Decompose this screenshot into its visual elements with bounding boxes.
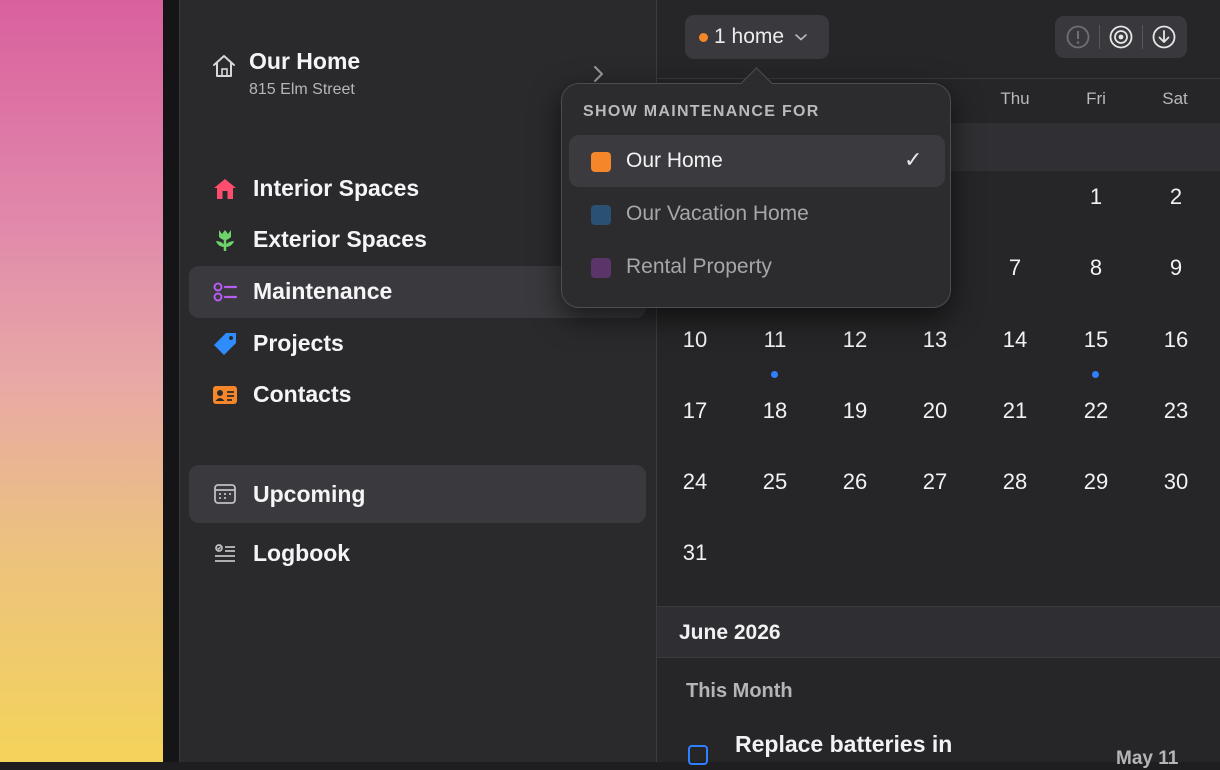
calendar-day[interactable]: 15 <box>1068 327 1124 353</box>
maintenance-filter-popover: SHOW MAINTENANCE FOR Our Home ✓ Our Vaca… <box>561 67 951 308</box>
popover-item-our-vacation-home[interactable]: Our Vacation Home <box>569 188 945 240</box>
calendar-day[interactable]: 18 <box>747 398 803 424</box>
task-checkbox[interactable] <box>688 745 708 765</box>
sidebar-item-label: Contacts <box>253 381 352 407</box>
home-filter-button[interactable]: 1 home <box>685 15 829 59</box>
tag-icon <box>211 330 239 358</box>
window-edge <box>163 0 180 762</box>
sidebar-item-label: Exterior Spaces <box>253 226 427 252</box>
sidebar-item-label: Upcoming <box>253 481 366 507</box>
toolbar-divider <box>1142 25 1143 49</box>
checkmark-icon: ✓ <box>904 147 923 172</box>
sidebar-item-label: Projects <box>253 330 344 356</box>
home-title: Our Home <box>249 48 361 74</box>
calendar-day[interactable]: 10 <box>667 327 723 353</box>
color-swatch <box>591 152 611 172</box>
sidebar-item-label: Maintenance <box>253 278 393 304</box>
calendar-day[interactable]: 21 <box>987 398 1043 424</box>
section-header: June 2026 <box>657 606 1220 658</box>
sidebar-item-projects[interactable]: Projects <box>189 318 646 370</box>
chevron-right-icon[interactable] <box>592 64 606 84</box>
popover-title: SHOW MAINTENANCE FOR <box>583 103 820 120</box>
house-fill-icon <box>211 175 239 203</box>
calendar-day[interactable]: 9 <box>1148 255 1204 281</box>
popover-item-our-home[interactable]: Our Home ✓ <box>569 135 945 187</box>
group-label: This Month <box>686 680 793 702</box>
color-swatch <box>591 205 611 225</box>
sidebar-item-label: Interior Spaces <box>253 175 420 201</box>
house-icon <box>213 55 235 77</box>
calendar-day[interactable]: 28 <box>987 469 1043 495</box>
popover-item-label: Our Vacation Home <box>626 202 809 225</box>
sidebar-item-label: Logbook <box>253 540 351 566</box>
download-icon[interactable] <box>1151 24 1177 50</box>
contact-card-icon <box>211 381 239 409</box>
calendar-day[interactable]: 17 <box>667 398 723 424</box>
calendar-day[interactable]: 19 <box>827 398 883 424</box>
color-swatch <box>591 258 611 278</box>
calendar-day[interactable]: 24 <box>667 469 723 495</box>
chevron-down-icon <box>795 34 807 41</box>
tulip-icon <box>211 226 239 254</box>
calendar-day[interactable]: 14 <box>987 327 1043 353</box>
calendar-day[interactable]: 7 <box>987 255 1043 281</box>
calendar-day[interactable]: 1 <box>1068 184 1124 210</box>
popover-item-label: Our Home <box>626 149 723 172</box>
calendar-day[interactable]: 22 <box>1068 398 1124 424</box>
toolbar-actions <box>1055 16 1187 58</box>
calendar-day[interactable]: 25 <box>747 469 803 495</box>
calendar-day[interactable]: 2 <box>1148 184 1204 210</box>
calendar-icon <box>211 480 239 508</box>
sidebar-item-contacts[interactable]: Contacts <box>189 369 646 421</box>
calendar-day[interactable]: 12 <box>827 327 883 353</box>
calendar-day[interactable]: 16 <box>1148 327 1204 353</box>
info-icon[interactable] <box>1065 24 1091 50</box>
calendar-day[interactable]: 20 <box>907 398 963 424</box>
popover-item-rental-property[interactable]: Rental Property <box>569 241 945 293</box>
weekday-label: Fri <box>1086 89 1106 108</box>
calendar-day[interactable]: 27 <box>907 469 963 495</box>
popover-item-label: Rental Property <box>626 255 772 278</box>
home-color-dot <box>699 32 708 42</box>
weekday-label: Sat <box>1162 89 1188 108</box>
calendar-day[interactable]: 30 <box>1148 469 1204 495</box>
event-dot <box>771 371 778 378</box>
task-title[interactable]: Replace batteries in <box>735 731 952 758</box>
calendar-day[interactable]: 26 <box>827 469 883 495</box>
calendar-day[interactable]: 23 <box>1148 398 1204 424</box>
section-title: June 2026 <box>679 621 781 644</box>
home-filter-label: 1 home <box>714 25 785 48</box>
home-address: 815 Elm Street <box>249 81 355 98</box>
desktop-wallpaper <box>0 0 163 762</box>
calendar-day[interactable]: 13 <box>907 327 963 353</box>
toolbar-divider <box>1099 25 1100 49</box>
weekday-label: Thu <box>1000 89 1030 108</box>
calendar-day[interactable]: 31 <box>667 540 723 566</box>
sidebar-item-upcoming[interactable]: Upcoming <box>189 465 646 523</box>
logbook-icon <box>211 540 239 568</box>
calendar-day[interactable]: 29 <box>1068 469 1124 495</box>
calendar-day[interactable]: 11 <box>747 327 803 353</box>
sidebar-item-logbook[interactable]: Logbook <box>189 528 646 580</box>
target-icon[interactable] <box>1108 24 1134 50</box>
event-dot <box>1092 371 1099 378</box>
calendar-day[interactable]: 8 <box>1068 255 1124 281</box>
checklist-icon <box>211 278 239 306</box>
task-date: May 11 <box>1116 748 1179 769</box>
